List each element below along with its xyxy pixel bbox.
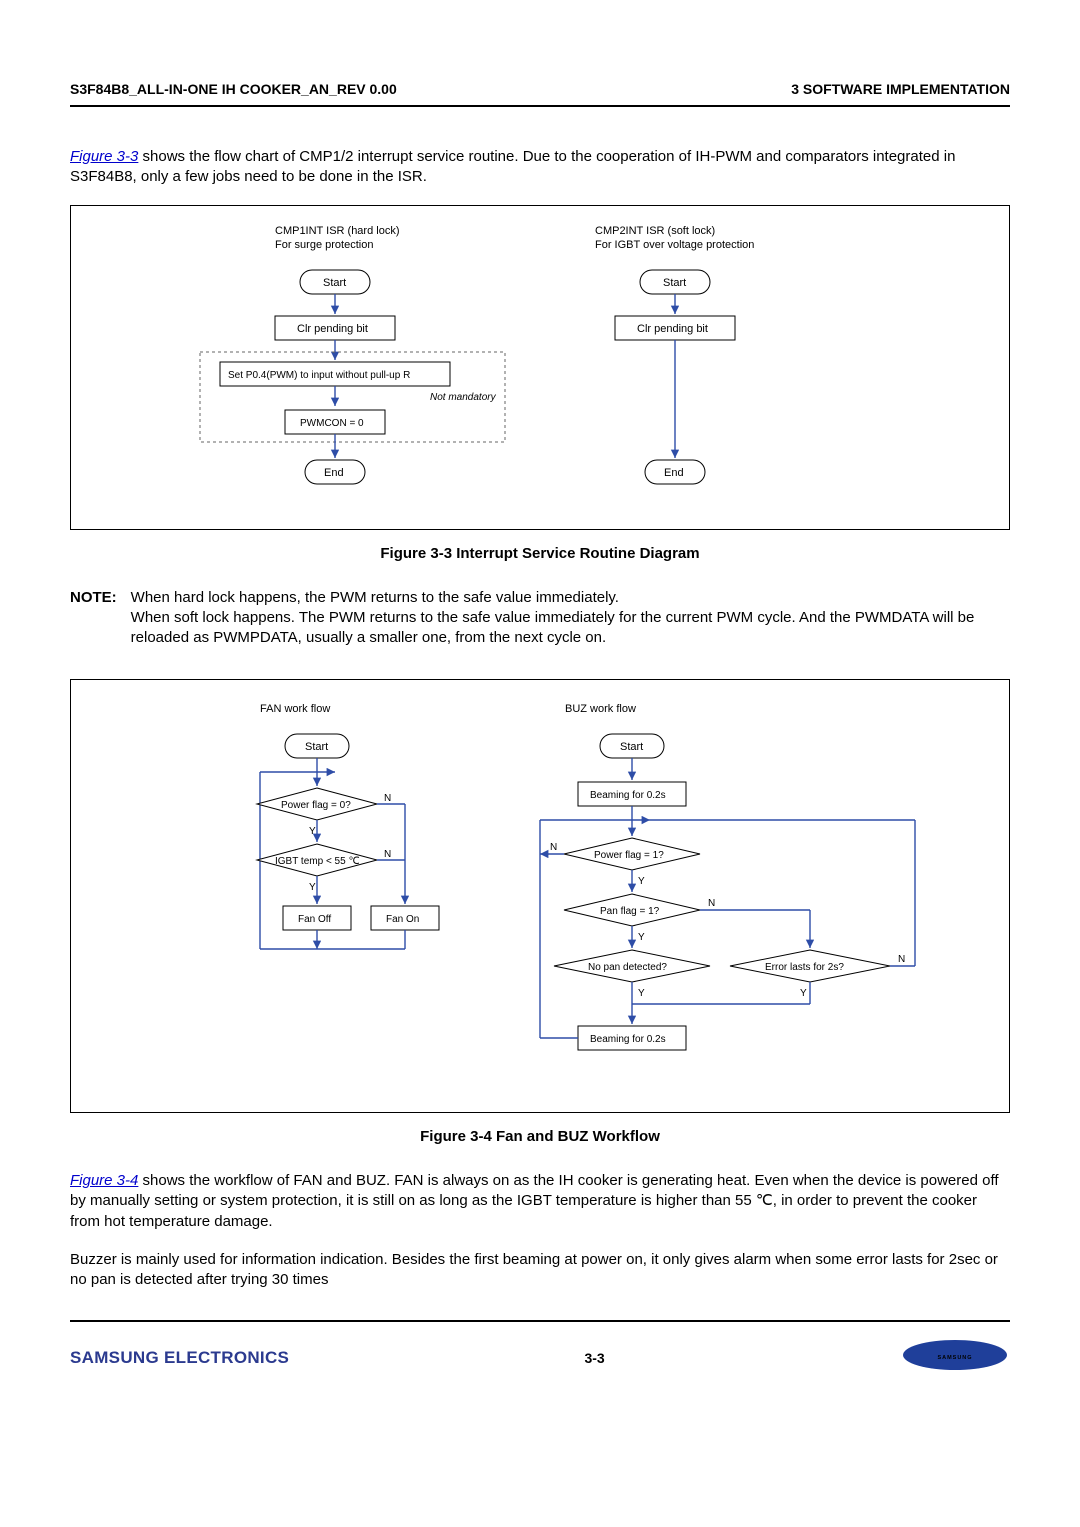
n4: N xyxy=(708,898,715,909)
isr-diagram: CMP1INT ISR (hard lock) For surge protec… xyxy=(91,220,989,500)
intro-paragraph: Figure 3-3 shows the flow chart of CMP1/… xyxy=(70,147,1010,188)
page-footer: SAMSUNG ELECTRONICS 3-3 SAMSUNG xyxy=(70,1320,1010,1378)
powerflag0: Power flag = 0? xyxy=(281,800,351,811)
note-text: When hard lock happens, the PWM returns … xyxy=(131,588,1010,649)
nopan: No pan detected? xyxy=(588,962,667,973)
panflag1: Pan flag = 1? xyxy=(600,906,660,917)
cmp1-title2: For surge protection xyxy=(275,239,373,251)
buz-title: BUZ work flow xyxy=(565,703,636,715)
y6: Y xyxy=(800,988,807,999)
intro-text: shows the flow chart of CMP1/2 interrupt… xyxy=(70,148,955,185)
left-start: Start xyxy=(323,277,346,289)
y2: Y xyxy=(309,882,316,893)
fan-start: Start xyxy=(305,741,328,753)
para-fig34: Figure 3-4 shows the workflow of FAN and… xyxy=(70,1171,1010,1232)
fan-buz-diagram: FAN work flow Start Power flag = 0? N Y … xyxy=(91,694,989,1084)
n5: N xyxy=(898,954,905,965)
n1: N xyxy=(384,793,391,804)
header-right: 3 SOFTWARE IMPLEMENTATION xyxy=(791,80,1010,99)
header-left: S3F84B8_ALL-IN-ONE IH COOKER_AN_REV 0.00 xyxy=(70,80,397,99)
right-clr: Clr pending bit xyxy=(637,323,708,335)
igbt55: IGBT temp < 55 ℃ xyxy=(275,856,360,867)
samsung-logo: SAMSUNG xyxy=(900,1338,1010,1378)
beaming2: Beaming for 0.2s xyxy=(590,1034,666,1045)
y3: Y xyxy=(638,876,645,887)
not-mandatory: Not mandatory xyxy=(430,392,497,403)
figure-3-3-caption: Figure 3-3 Interrupt Service Routine Dia… xyxy=(70,544,1010,564)
left-end: End xyxy=(324,467,344,479)
powerflag1: Power flag = 1? xyxy=(594,850,664,861)
note-block: NOTE: When hard lock happens, the PWM re… xyxy=(70,588,1010,649)
cmp2-title1: CMP2INT ISR (soft lock) xyxy=(595,225,715,237)
setp04: Set P0.4(PWM) to input without pull-up R xyxy=(228,370,410,381)
logo-text: SAMSUNG xyxy=(937,1355,972,1361)
errlast: Error lasts for 2s? xyxy=(765,962,844,973)
figure-3-3-frame: CMP1INT ISR (hard lock) For surge protec… xyxy=(70,205,1010,529)
note-label: NOTE: xyxy=(70,588,117,649)
figure-3-4-link[interactable]: Figure 3-4 xyxy=(70,1172,138,1189)
pwmcon: PWMCON = 0 xyxy=(300,418,364,429)
right-start: Start xyxy=(663,277,686,289)
footer-company: SAMSUNG ELECTRONICS xyxy=(70,1347,289,1370)
buz-start: Start xyxy=(620,741,643,753)
cmp1-title1: CMP1INT ISR (hard lock) xyxy=(275,225,400,237)
cmp2-title2: For IGBT over voltage protection xyxy=(595,239,754,251)
y4: Y xyxy=(638,932,645,943)
fan-title: FAN work flow xyxy=(260,703,330,715)
y1: Y xyxy=(309,826,316,837)
fanoff: Fan Off xyxy=(298,914,331,925)
para-buzzer: Buzzer is mainly used for information in… xyxy=(70,1250,1010,1291)
para34-text: shows the workflow of FAN and BUZ. FAN i… xyxy=(70,1172,999,1230)
figure-3-3-link[interactable]: Figure 3-3 xyxy=(70,148,138,165)
right-end: End xyxy=(664,467,684,479)
fanon: Fan On xyxy=(386,914,419,925)
beaming1: Beaming for 0.2s xyxy=(590,790,666,801)
footer-page-number: 3-3 xyxy=(584,1349,604,1368)
n3: N xyxy=(550,842,557,853)
page-header: S3F84B8_ALL-IN-ONE IH COOKER_AN_REV 0.00… xyxy=(70,80,1010,107)
left-clr: Clr pending bit xyxy=(297,323,368,335)
n2: N xyxy=(384,849,391,860)
figure-3-4-caption: Figure 3-4 Fan and BUZ Workflow xyxy=(70,1127,1010,1147)
y5: Y xyxy=(638,988,645,999)
figure-3-4-frame: FAN work flow Start Power flag = 0? N Y … xyxy=(70,679,1010,1113)
